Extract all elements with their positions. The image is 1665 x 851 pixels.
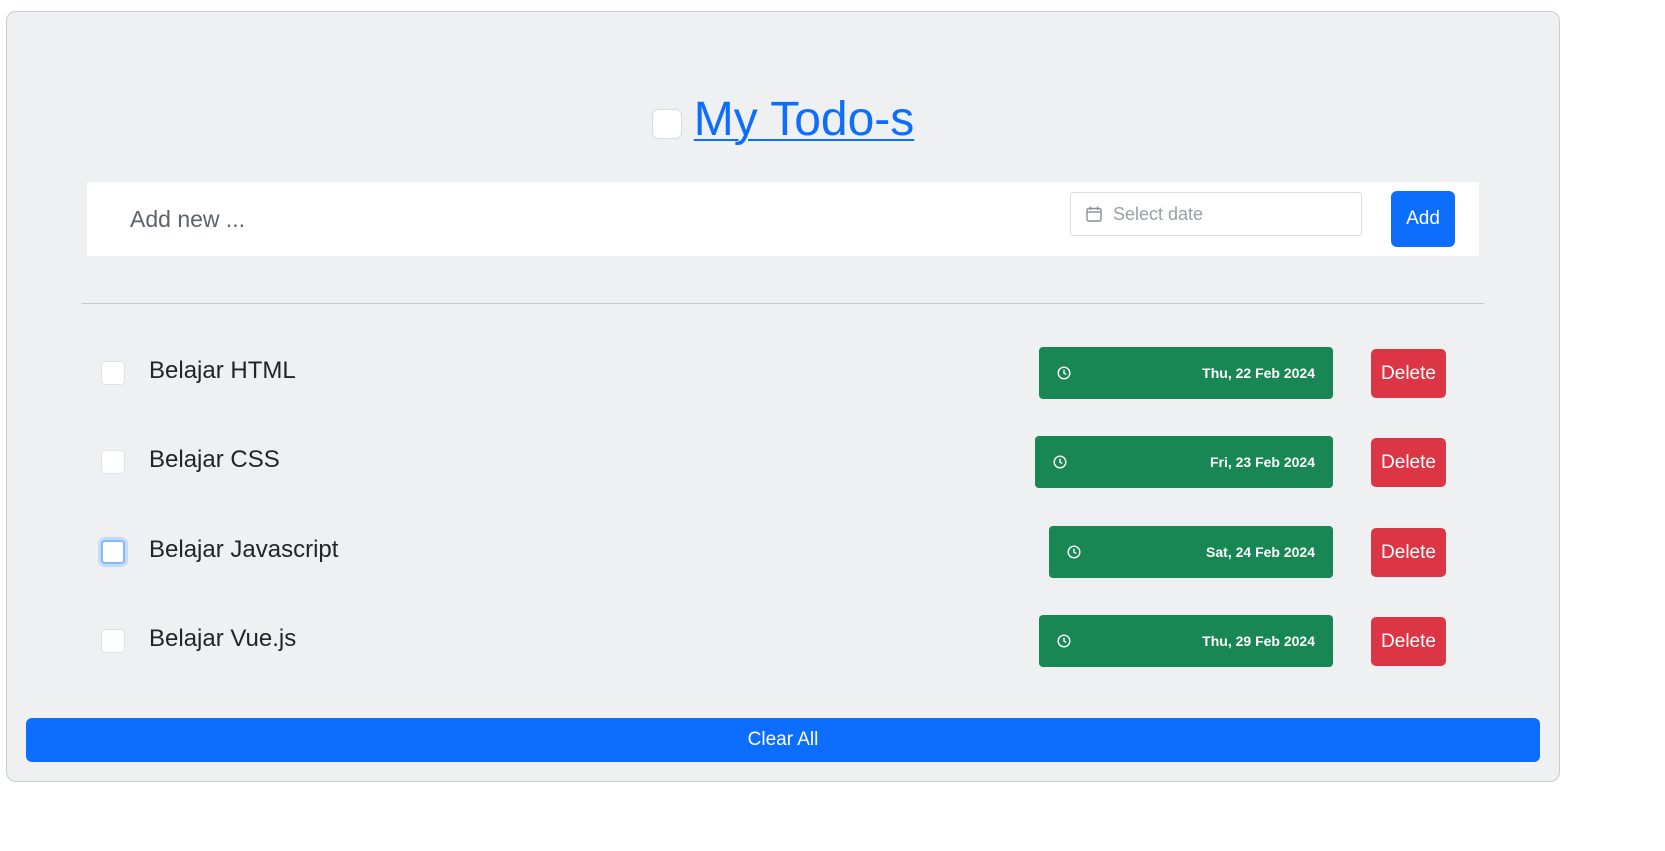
todo-item: Belajar CSS Fri, 23 Feb 2024 Delete: [7, 436, 1559, 488]
todo-checkbox[interactable]: [101, 629, 125, 653]
toggle-all-checkbox[interactable]: [651, 109, 682, 139]
due-date-badge: Thu, 22 Feb 2024: [1039, 347, 1333, 399]
todo-item: Belajar Javascript Sat, 24 Feb 2024 Dele…: [7, 526, 1559, 578]
todo-label: Belajar Vue.js: [149, 625, 297, 652]
todo-label: Belajar CSS: [149, 446, 280, 473]
delete-button[interactable]: Delete: [1371, 438, 1446, 487]
due-date-badge: Sat, 24 Feb 2024: [1049, 526, 1333, 578]
clear-all-button[interactable]: Clear All: [26, 718, 1540, 762]
todo-item: Belajar HTML Thu, 22 Feb 2024 Delete: [7, 347, 1559, 399]
due-date-badge: Thu, 29 Feb 2024: [1039, 615, 1333, 667]
divider: [82, 303, 1484, 304]
delete-button[interactable]: Delete: [1371, 617, 1446, 666]
due-date-text: Thu, 22 Feb 2024: [1202, 365, 1315, 381]
due-date-badge: Fri, 23 Feb 2024: [1035, 436, 1333, 488]
clock-icon: [1067, 545, 1081, 559]
add-todo-form: Select date Add: [87, 182, 1479, 256]
date-picker[interactable]: Select date: [1070, 192, 1362, 236]
add-button[interactable]: Add: [1391, 191, 1455, 247]
due-date-text: Thu, 29 Feb 2024: [1202, 633, 1315, 649]
todo-label: Belajar HTML: [149, 357, 296, 384]
delete-button[interactable]: Delete: [1371, 528, 1446, 577]
todo-checkbox[interactable]: [101, 450, 125, 474]
page-title[interactable]: My Todo-s: [694, 96, 915, 144]
due-date-text: Fri, 23 Feb 2024: [1209, 454, 1315, 470]
todo-card: My Todo-s Select date Add Belajar HTML: [6, 11, 1560, 782]
todo-label: Belajar Javascript: [149, 536, 339, 563]
todo-checkbox[interactable]: [101, 540, 125, 564]
new-todo-input[interactable]: [130, 200, 1030, 238]
clock-icon: [1057, 366, 1071, 380]
todo-item: Belajar Vue.js Thu, 29 Feb 2024 Delete: [7, 615, 1559, 667]
todo-checkbox[interactable]: [101, 361, 125, 385]
delete-button[interactable]: Delete: [1371, 349, 1446, 398]
due-date-text: Sat, 24 Feb 2024: [1206, 544, 1315, 560]
clock-icon: [1053, 455, 1067, 469]
title-row: My Todo-s: [7, 90, 1559, 150]
clock-icon: [1057, 634, 1071, 648]
calendar-icon: [1085, 205, 1103, 223]
date-placeholder: Select date: [1113, 203, 1204, 224]
